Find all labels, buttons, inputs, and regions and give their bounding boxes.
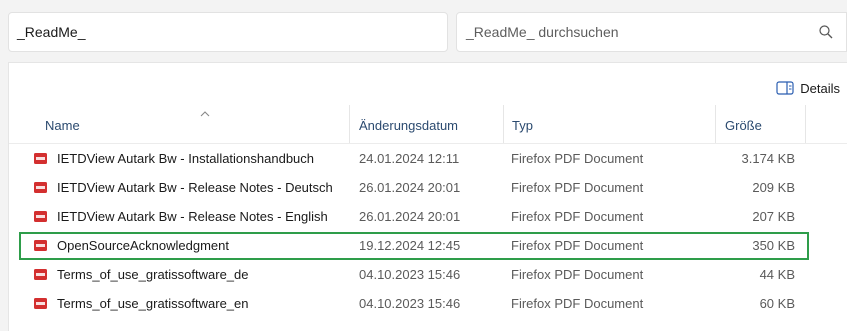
file-date: 24.01.2024 12:11: [359, 151, 460, 166]
file-size: 60 KB: [759, 296, 795, 311]
file-name: IETDView Autark Bw - Installationshandbu…: [57, 151, 315, 166]
file-size: 207 KB: [752, 209, 795, 224]
file-row[interactable]: IETDView Autark Bw - Installationshandbu…: [19, 144, 809, 174]
pdf-file-icon: [34, 153, 47, 164]
file-date: 26.01.2024 20:01: [359, 209, 461, 224]
file-type: Firefox PDF Document: [511, 180, 644, 195]
file-date: 04.10.2023 15:46: [359, 267, 461, 282]
column-header: Name Änderungsdatum Typ Größe: [9, 105, 847, 144]
file-row[interactable]: IETDView Autark Bw - Release Notes - Eng…: [19, 202, 809, 232]
file-row[interactable]: IETDView Autark Bw - Release Notes - Deu…: [19, 173, 809, 203]
file-type: Firefox PDF Document: [511, 209, 644, 224]
file-date: 19.12.2024 12:45: [359, 238, 461, 253]
file-date: 26.01.2024 20:01: [359, 180, 461, 195]
file-type: Firefox PDF Document: [511, 296, 644, 311]
file-name: Terms_of_use_gratissoftware_de: [57, 267, 249, 282]
column-divider[interactable]: [805, 105, 806, 143]
file-name: IETDView Autark Bw - Release Notes - Eng…: [57, 209, 328, 224]
column-divider[interactable]: [503, 105, 504, 143]
file-type: Firefox PDF Document: [511, 151, 644, 166]
pdf-file-icon: [34, 211, 47, 222]
pdf-file-icon: [34, 269, 47, 280]
details-pane-icon: [776, 81, 794, 95]
column-header-name[interactable]: Name: [45, 118, 80, 133]
sort-ascending-icon: [200, 111, 210, 117]
file-list-pane: Details Name Änderungsdatum Typ Größe IE…: [8, 62, 847, 331]
column-header-type[interactable]: Typ: [512, 118, 533, 133]
file-row[interactable]: OpenSourceAcknowledgment 19.12.2024 12:4…: [19, 231, 809, 261]
file-row[interactable]: Terms_of_use_gratissoftware_de 04.10.202…: [19, 260, 809, 290]
column-header-date[interactable]: Änderungsdatum: [359, 118, 458, 133]
address-path: _ReadMe_: [17, 24, 86, 40]
top-bar: _ReadMe_ _ReadMe_ durchsuchen: [0, 0, 847, 62]
details-label: Details: [800, 80, 840, 96]
file-size: 209 KB: [752, 180, 795, 195]
file-type: Firefox PDF Document: [511, 267, 644, 282]
details-button[interactable]: Details: [776, 78, 840, 98]
file-date: 04.10.2023 15:46: [359, 296, 461, 311]
file-name: IETDView Autark Bw - Release Notes - Deu…: [57, 180, 333, 195]
pdf-file-icon: [34, 240, 47, 251]
address-bar[interactable]: _ReadMe_: [8, 12, 448, 52]
file-name: Terms_of_use_gratissoftware_en: [57, 296, 249, 311]
search-placeholder: _ReadMe_ durchsuchen: [466, 24, 619, 40]
file-size: 3.174 KB: [741, 151, 796, 166]
file-row[interactable]: Terms_of_use_gratissoftware_en 04.10.202…: [19, 289, 809, 319]
column-header-size[interactable]: Größe: [725, 118, 762, 133]
column-divider[interactable]: [349, 105, 350, 143]
search-icon[interactable]: [818, 24, 834, 40]
file-type: Firefox PDF Document: [511, 238, 644, 253]
column-divider[interactable]: [715, 105, 716, 143]
file-size: 44 KB: [759, 267, 795, 282]
pdf-file-icon: [34, 298, 47, 309]
file-size: 350 KB: [752, 238, 795, 253]
file-name: OpenSourceAcknowledgment: [57, 238, 229, 253]
search-box[interactable]: _ReadMe_ durchsuchen: [456, 12, 847, 52]
pdf-file-icon: [34, 182, 47, 193]
